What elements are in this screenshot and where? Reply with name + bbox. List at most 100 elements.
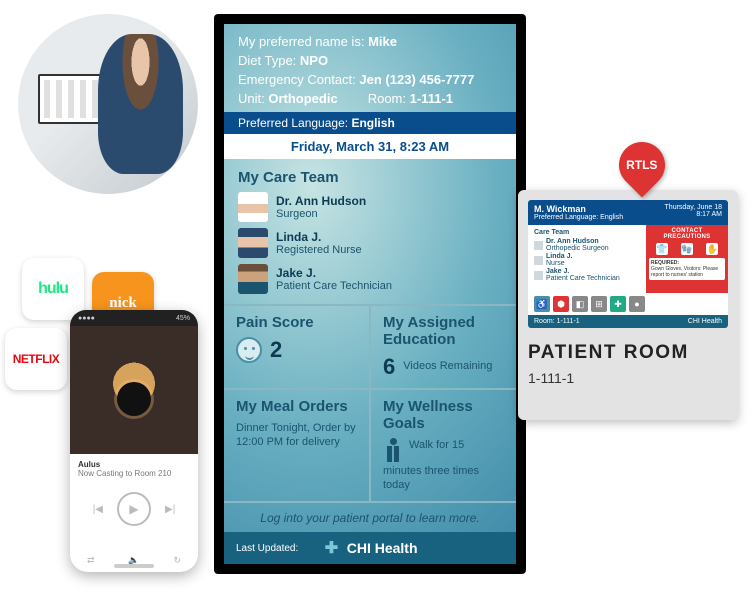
pref-name: Mike [368,34,397,49]
workstation-person [98,34,183,174]
phone-carrier: ●●●● [78,315,95,322]
team-name: Linda J. [276,230,362,244]
rtls-label: RTLS [626,158,657,172]
phone-track-title: Aulus [78,460,190,469]
brand-name: CHI Health [347,540,418,556]
phone-battery: 45% [176,315,190,322]
mini-lang: Preferred Language: English [534,214,623,221]
avatar [238,192,268,222]
pain-title: Pain Score [236,314,357,331]
gown-icon: 👕 [656,243,668,255]
precautions-panel: CONTACT PRECAUTIONS 👕 🧤 ✋ REQUIRED:Gown … [646,225,728,293]
care-team-section: My Care Team Dr. Ann HudsonSurgeon Linda… [224,159,516,304]
team-name: Dr. Ann Hudson [276,194,366,208]
board-header: My preferred name is: Mike Diet Type: NP… [224,24,516,106]
play-button[interactable]: ▶ [117,492,151,526]
mico-5: ✚ [610,296,626,312]
lang-value: English [351,116,394,130]
patient-board: My preferred name is: Mike Diet Type: NP… [214,14,526,574]
phone-mockup: ●●●● 45% Aulus Now Casting to Room 210 |… [70,310,198,572]
meal-title: My Meal Orders [236,398,357,415]
pain-edu-row: Pain Score 2 My Assigned Education 6 Vide… [224,304,516,388]
portal-prompt: Log into your patient portal to learn mo… [224,501,516,533]
care-team-title: My Care Team [238,169,502,186]
mini-team-name: Dr. Ann Hudson [546,238,599,245]
hulu-tile[interactable]: hulu [22,258,84,320]
sign-number: 1-111-1 [528,370,728,386]
netflix-tile[interactable]: NETFLIX [5,328,67,390]
edu-caption: Videos Remaining [403,360,492,373]
home-bar [114,564,154,568]
pain-value: 2 [270,337,282,363]
board-footer: Last Updated: CHI Health [224,532,516,564]
mico-2: ⬢ [553,296,569,312]
door-display: M. Wickman Preferred Language: English T… [528,200,728,328]
sign-title: PATIENT ROOM [528,342,728,364]
team-row: Linda J.Registered Nurse [238,228,502,258]
edu-title: My Assigned Education [383,314,504,348]
unit-value: Orthopedic [268,91,337,106]
phone-cast-target: Now Casting to Room 210 [78,469,190,478]
phone-album-art [70,326,198,454]
team-role: Patient Care Technician [276,280,392,292]
edu-count: 6 [383,354,395,380]
precaution-title: CONTACT PRECAUTIONS [649,228,725,240]
room-value: 1-111-1 [410,91,453,106]
mini-patient-name: M. Wickman [534,204,623,214]
mini-room-label: Room: [534,318,555,325]
contact-value: Jen (123) 456-7777 [359,72,474,87]
mini-team-role: Orthopedic Surgeon [546,245,609,252]
precaution-text: Gown Gloves. Visitors: Please report to … [651,266,718,278]
mico-6: ● [629,296,645,312]
avatar [238,228,268,258]
mini-room: 1-111-1 [557,318,580,325]
unit-label: Unit: [238,91,265,106]
language-bar: Preferred Language: English [224,112,516,134]
hand-icon: ✋ [706,243,718,255]
mini-team-name: Jake J. [546,268,569,275]
mico-3: ◧ [572,296,588,312]
team-row: Dr. Ann HudsonSurgeon [238,192,502,222]
room-label: Room: [368,91,406,106]
prev-button[interactable]: |◀ [93,504,103,515]
mini-brand: CHI Health [688,318,722,325]
brand: CHI Health [325,540,418,556]
contact-label: Emergency Contact: [238,72,356,87]
next-button[interactable]: ▶| [165,504,175,515]
brand-icon [325,540,341,556]
mini-date: Thursday, June 18 [665,204,722,211]
mico-4: ⊞ [591,296,607,312]
mini-team-title: Care Team [534,229,640,236]
team-role: Registered Nurse [276,244,362,256]
phone-status-bar: ●●●● 45% [70,310,198,326]
date-bar: Friday, March 31, 8:23 AM [224,134,516,159]
shuffle-icon[interactable]: ⇄ [87,555,95,566]
gloves-icon: 🧤 [681,243,693,255]
phone-now-playing: Aulus Now Casting to Room 210 [70,454,198,484]
mini-quick-icons: ♿ ⬢ ◧ ⊞ ✚ ● [528,293,728,315]
rtls-pin: RTLS [619,142,665,198]
team-row: Jake J.Patient Care Technician [238,264,502,294]
pref-name-label: My preferred name is: [238,34,364,49]
team-name: Jake J. [276,266,392,280]
team-role: Surgeon [276,208,366,220]
pain-face-icon [236,337,262,363]
avatar [238,264,268,294]
diet-label: Diet Type: [238,53,296,68]
repeat-icon[interactable]: ↻ [173,555,181,566]
mini-team-name: Linda J. [546,253,572,260]
mini-time: 8:17 AM [665,211,722,218]
meal-text: Dinner Tonight, Order by 12:00 PM for de… [236,421,357,450]
walk-icon [383,438,403,464]
mini-team-role: Nurse [546,260,565,267]
room-sign: M. Wickman Preferred Language: English T… [518,190,738,420]
workstation-photo [18,14,198,194]
last-updated-label: Last Updated: [236,543,298,554]
meal-wellness-row: My Meal Orders Dinner Tonight, Order by … [224,388,516,501]
lang-label: Preferred Language: [238,116,348,130]
mico-1: ♿ [534,296,550,312]
wellness-title: My Wellness Goals [383,398,504,432]
mini-team-role: Patient Care Technician [546,275,620,282]
diet-value: NPO [300,53,328,68]
phone-footer: ⇄ 🔈 ↻ [70,555,198,566]
